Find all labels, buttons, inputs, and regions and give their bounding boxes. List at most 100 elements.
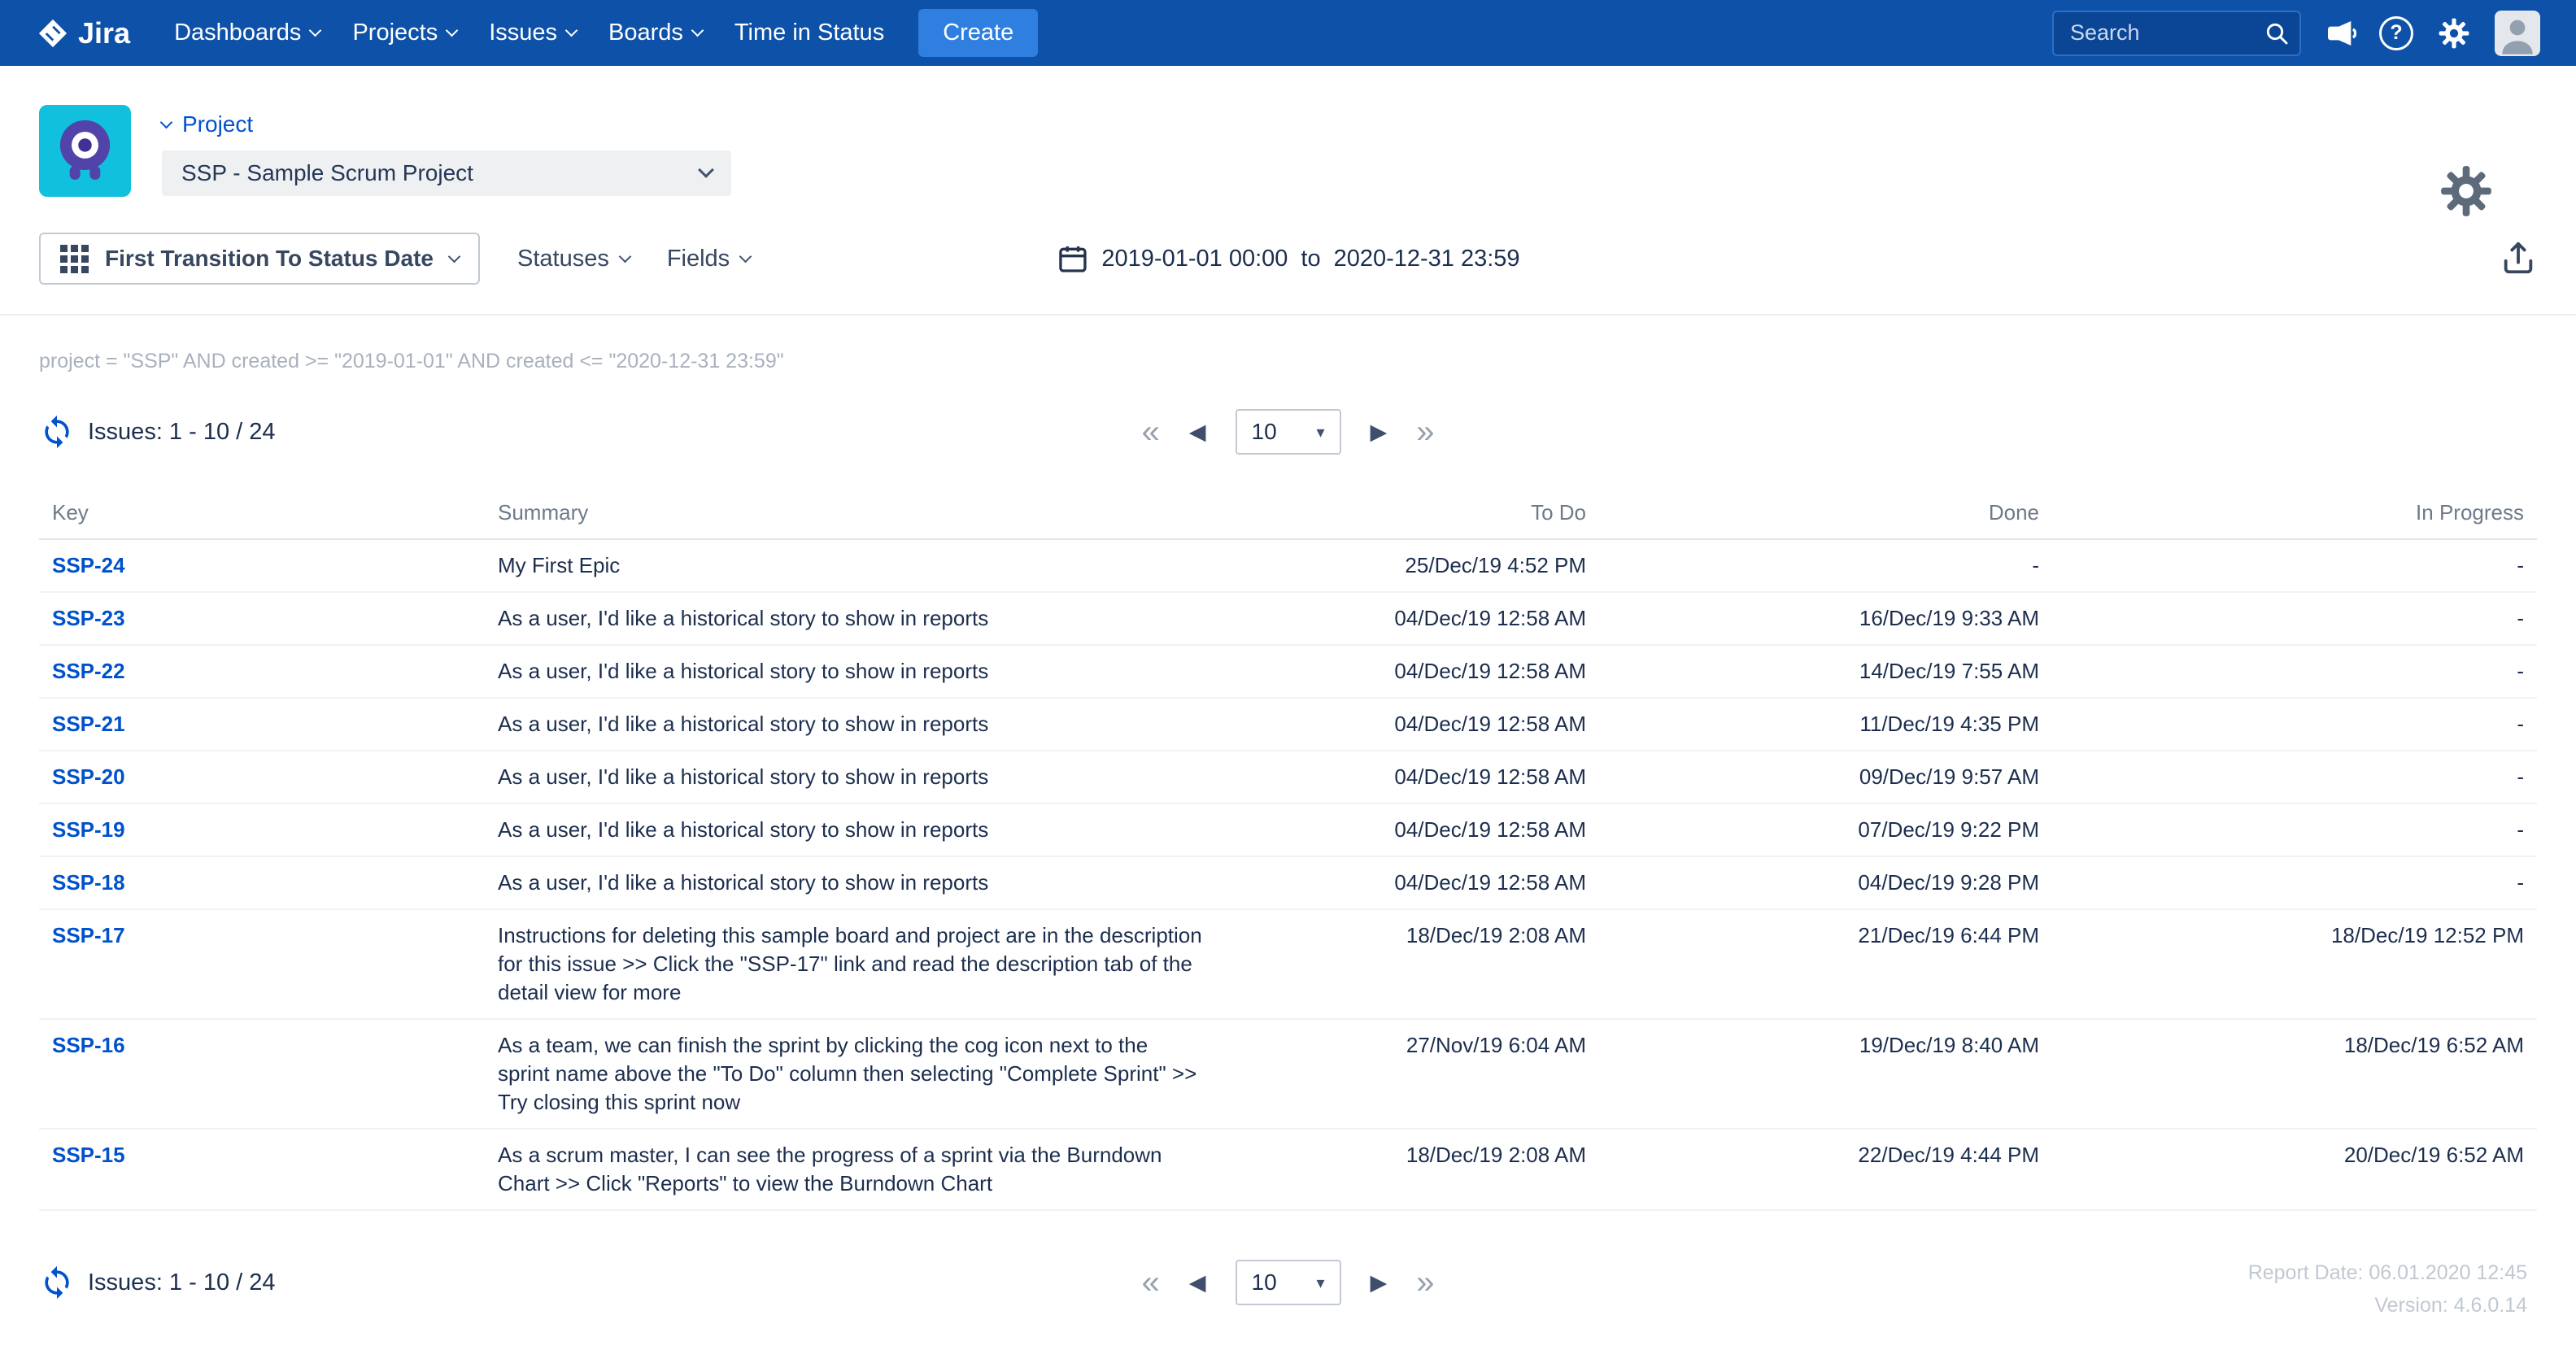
chevron-down-icon [564, 24, 578, 37]
page-size-select[interactable]: 10 ▾ [1235, 1260, 1341, 1305]
issue-key-link[interactable]: SSP-19 [52, 817, 125, 842]
nav-boards[interactable]: Boards [592, 20, 718, 46]
issue-summary: As a scrum master, I can see the progres… [485, 1129, 1217, 1211]
nav-issues[interactable]: Issues [473, 20, 592, 46]
issue-key-cell: SSP-15 [39, 1129, 485, 1211]
chevron-down-icon [447, 250, 461, 263]
issue-summary: As a user, I'd like a historical story t… [485, 856, 1217, 910]
user-avatar[interactable] [2495, 10, 2540, 56]
issue-summary: As a user, I'd like a historical story t… [485, 592, 1217, 646]
inprogress-date: - [2052, 751, 2537, 804]
nav-boards-label: Boards [608, 20, 683, 46]
table-header-row: Key Summary To Do Done In Progress [39, 486, 2537, 540]
help-icon[interactable]: ? [2379, 15, 2413, 50]
report-version: Version: 4.6.0.14 [2374, 1294, 2527, 1317]
pagination-next[interactable]: ▶ [1371, 1271, 1388, 1294]
top-navigation: Jira Dashboards Projects Issues Boards T… [0, 0, 2576, 66]
footer-row: Issues: 1 - 10 / 24 « ◀ 10 ▾ ▶ » Report … [0, 1256, 2576, 1330]
pagination-last[interactable]: » [1416, 416, 1434, 448]
todo-date: 25/Dec/19 4:52 PM [1217, 539, 1599, 593]
nav-issues-label: Issues [489, 20, 558, 46]
feedback-megaphone-icon[interactable] [2324, 17, 2356, 50]
statuses-dropdown[interactable]: Statuses [517, 245, 632, 272]
project-select[interactable]: SSP - Sample Scrum Project [162, 150, 731, 196]
report-type-button[interactable]: First Transition To Status Date [39, 233, 480, 285]
issue-key-link[interactable]: SSP-16 [52, 1033, 125, 1057]
done-date: 04/Dec/19 9:28 PM [1599, 856, 2052, 910]
issue-key-cell: SSP-18 [39, 856, 485, 910]
issue-key-cell: SSP-24 [39, 539, 485, 593]
page-size-value: 10 [1251, 1269, 1277, 1295]
pagination-first[interactable]: « [1141, 416, 1159, 448]
issues-count: Issues: 1 - 10 / 24 [88, 418, 276, 445]
column-header-done: Done [1599, 486, 2052, 540]
statuses-label: Statuses [517, 245, 609, 272]
pagination-next[interactable]: ▶ [1371, 420, 1388, 443]
fields-dropdown[interactable]: Fields [666, 245, 752, 272]
export-icon[interactable] [2500, 239, 2537, 279]
issue-key-link[interactable]: SSP-17 [52, 923, 125, 947]
date-to[interactable]: 2020-12-31 23:59 [1334, 246, 1520, 272]
app-settings-gear-icon[interactable] [2431, 160, 2501, 224]
report-meta: Report Date: 06.01.2020 12:45 Version: 4… [2248, 1256, 2537, 1322]
project-header: Project SSP - Sample Scrum Project [0, 66, 2576, 216]
issue-key-link[interactable]: SSP-22 [52, 659, 125, 683]
issue-key-link[interactable]: SSP-18 [52, 870, 125, 895]
nav-time-in-status-label: Time in Status [734, 20, 885, 46]
chevron-down-icon [618, 250, 632, 263]
issue-key-link[interactable]: SSP-24 [52, 553, 125, 577]
issues-count: Issues: 1 - 10 / 24 [88, 1269, 276, 1296]
time-in-status-page: Jira Dashboards Projects Issues Boards T… [0, 0, 2576, 1350]
jira-logo[interactable]: Jira [37, 16, 130, 50]
fields-label: Fields [666, 245, 730, 272]
inprogress-date: 18/Dec/19 6:52 AM [2052, 1019, 2537, 1130]
pagination: « ◀ 10 ▾ ▶ » [1141, 1260, 1435, 1305]
chevron-down-icon [698, 162, 714, 178]
pagination-prev[interactable]: ◀ [1189, 1271, 1206, 1294]
todo-date: 04/Dec/19 12:58 AM [1217, 856, 1599, 910]
pagination-last[interactable]: » [1416, 1266, 1434, 1299]
footer-issues-summary: Issues: 1 - 10 / 24 [39, 1256, 276, 1309]
page-size-select[interactable]: 10 ▾ [1235, 409, 1341, 455]
help-glyph: ? [2379, 15, 2413, 50]
project-section-toggle[interactable]: Project [159, 111, 731, 137]
pagination-first[interactable]: « [1141, 1266, 1159, 1299]
issue-key-link[interactable]: SSP-23 [52, 606, 125, 630]
refresh-icon[interactable] [39, 414, 75, 450]
page-size-value: 10 [1251, 419, 1277, 444]
date-from[interactable]: 2019-01-01 00:00 [1101, 246, 1288, 272]
table-row: SSP-20 As a user, I'd like a historical s… [39, 751, 2537, 804]
table-row: SSP-24 My First Epic 25/Dec/19 4:52 PM - - [39, 539, 2537, 593]
nav-dashboards-label: Dashboards [174, 20, 302, 46]
issues-table: Key Summary To Do Done In Progress SSP-2… [39, 486, 2537, 1211]
refresh-icon[interactable] [39, 1265, 75, 1300]
inprogress-date: 20/Dec/19 6:52 AM [2052, 1129, 2537, 1211]
chevron-down-icon [691, 24, 704, 37]
date-range-picker[interactable]: 2019-01-01 00:00 to 2020-12-31 23:59 [1056, 242, 1520, 275]
pagination-prev[interactable]: ◀ [1189, 420, 1206, 443]
chevron-down-icon [739, 250, 752, 263]
issue-key-link[interactable]: SSP-21 [52, 712, 125, 736]
issue-summary: As a team, we can finish the sprint by c… [485, 1019, 1217, 1130]
nav-time-in-status[interactable]: Time in Status [718, 20, 900, 46]
search-icon[interactable] [2264, 20, 2290, 46]
calendar-icon [1058, 246, 1087, 272]
issue-key-cell: SSP-22 [39, 645, 485, 699]
project-avatar[interactable] [39, 105, 131, 197]
nav-search[interactable] [2052, 10, 2301, 56]
issue-key-link[interactable]: SSP-20 [52, 764, 125, 789]
todo-date: 18/Dec/19 2:08 AM [1217, 909, 1599, 1020]
nav-settings-gear-icon[interactable] [2436, 15, 2472, 51]
nav-projects[interactable]: Projects [336, 20, 473, 46]
search-input[interactable] [2054, 20, 2299, 46]
grid-icon [60, 244, 89, 273]
done-date: - [1599, 539, 2052, 593]
nav-projects-label: Projects [352, 20, 438, 46]
done-date: 16/Dec/19 9:33 AM [1599, 592, 2052, 646]
nav-dashboards[interactable]: Dashboards [158, 20, 336, 46]
issue-key-link[interactable]: SSP-15 [52, 1143, 125, 1167]
inprogress-date: - [2052, 698, 2537, 751]
create-button[interactable]: Create [918, 9, 1039, 57]
done-date: 07/Dec/19 9:22 PM [1599, 803, 2052, 857]
issue-summary: As a user, I'd like a historical story t… [485, 751, 1217, 804]
